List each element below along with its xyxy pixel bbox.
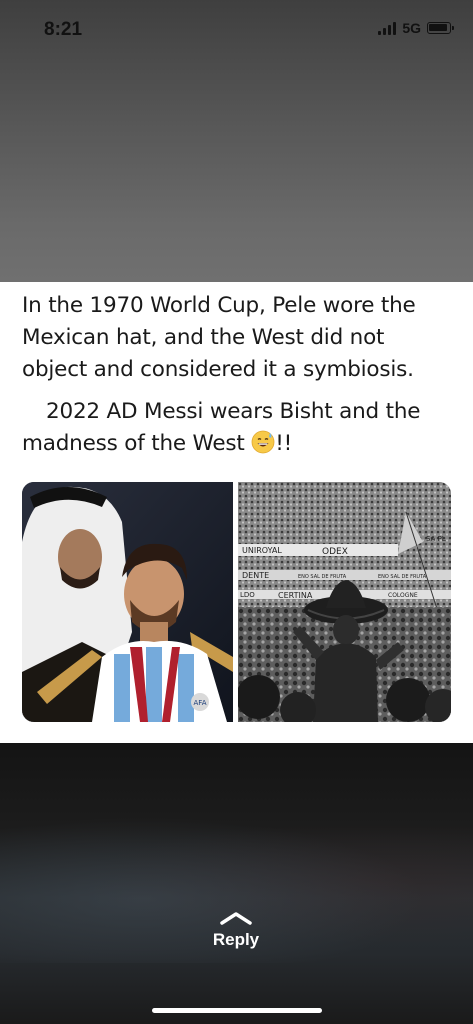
battery-icon [427,22,454,34]
banner-ldo: LDO [240,591,255,599]
grinning-sweat-emoji-icon [251,430,275,454]
banner-cologne: COLOGNE [388,592,418,599]
jersey-badge-text: AFA [194,699,207,707]
post-paragraph-2-text: 2022 AD Messi wears Bisht and the madnes… [22,399,421,456]
post-paragraph-2-end: !! [275,431,293,456]
home-indicator[interactable] [152,1008,322,1013]
banner-sa-pl: SA PL [426,535,446,543]
photo-pele-sombrero-icon: UNIROYAL ODEX DENTE ENO SAL DE FRUTA ENO… [238,482,451,722]
status-bar: 8:21 5G [0,0,473,62]
banner-odex: ODEX [322,547,348,557]
post-text: In the 1970 World Cup, Pele wore the Mex… [22,290,452,460]
photo-messi-bisht-icon: AFA [22,482,233,722]
banner-certina: CERTINA [278,591,313,600]
post-paragraph-1: In the 1970 World Cup, Pele wore the Mex… [22,293,416,382]
banner-uniroyal: UNIROYAL [242,546,282,555]
reply-label: Reply [212,930,260,949]
network-label: 5G [402,20,421,36]
photo-pele-sombrero[interactable]: UNIROYAL ODEX DENTE ENO SAL DE FRUTA ENO… [238,482,451,722]
banner-dente: DENTE [242,571,269,580]
status-time: 8:21 [44,19,83,40]
status-indicators: 5G [378,20,454,36]
story-screen: 8:21 5G In the 1970 World Cup, Pele wore… [0,0,473,1024]
signal-icon [378,21,397,35]
photo-messi-bisht[interactable]: AFA [22,482,233,722]
background-blur-bottom [0,743,473,1024]
chevron-up-icon [220,912,252,925]
post-paragraph-2: 2022 AD Messi wears Bisht and the madnes… [22,396,452,460]
banner-eno-1: ENO SAL DE FRUTA [298,574,347,580]
post-card[interactable]: In the 1970 World Cup, Pele wore the Mex… [0,282,473,743]
banner-eno-2: ENO SAL DE FRUTA [378,574,427,580]
reply-button[interactable]: Reply [186,910,286,970]
